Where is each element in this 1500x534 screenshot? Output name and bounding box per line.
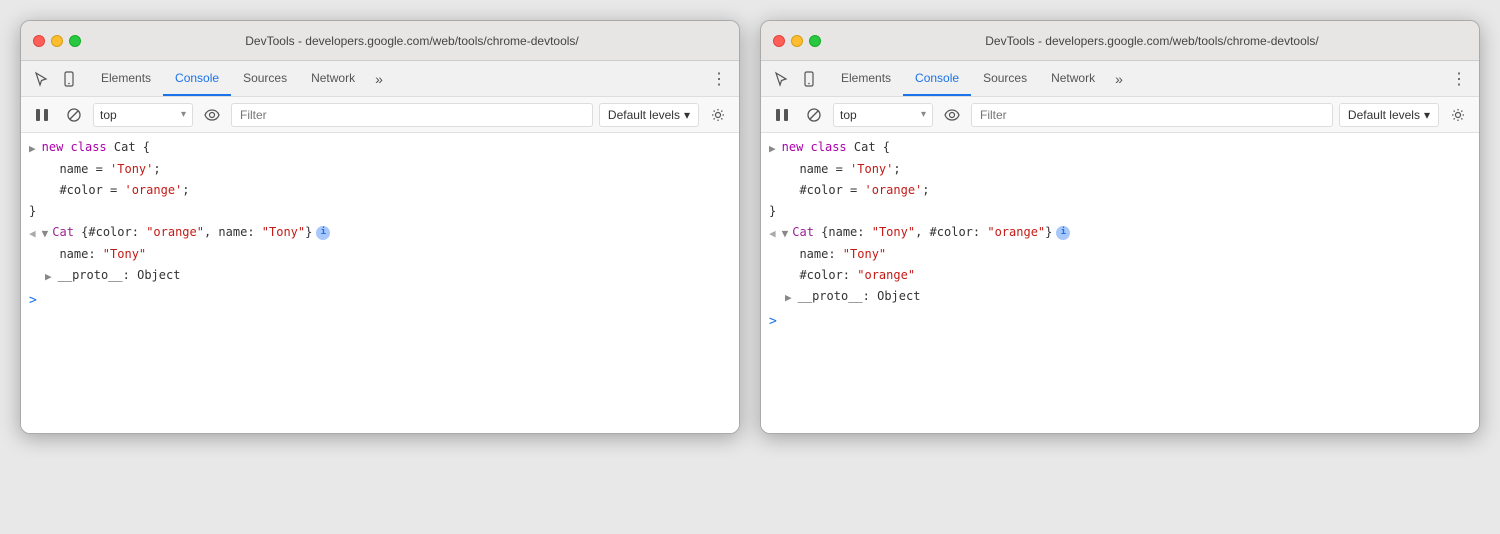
devtools-window-left: DevTools - developers.google.com/web/too… — [20, 20, 740, 434]
gear-button-left[interactable] — [705, 102, 731, 128]
dropdown-arrow-right: ▾ — [921, 109, 926, 120]
r-prompt-line: > — [761, 308, 1479, 337]
ban-button-left[interactable] — [61, 102, 87, 128]
ban-button-right[interactable] — [801, 102, 827, 128]
window-title-right: DevTools - developers.google.com/web/too… — [837, 34, 1467, 48]
r-console-line-5: ◀ ▼ Cat {name: "Tony", #color: "orange"}… — [761, 222, 1479, 244]
tab-network-right[interactable]: Network — [1039, 61, 1107, 96]
r-console-line-1: ▶ new class Cat { — [761, 137, 1479, 159]
tab-bar-left: Elements Console Sources Network » ⋮ — [21, 61, 739, 97]
console-line-7: ▶ __proto__: Object — [21, 265, 739, 287]
eye-button-right[interactable] — [939, 102, 965, 128]
r-expand-cat[interactable]: ▼ — [782, 225, 789, 243]
r-proto-arrow[interactable]: ▶ — [785, 289, 792, 307]
expand-cat-left[interactable]: ▼ — [42, 225, 49, 243]
minimize-button-right[interactable] — [791, 35, 803, 47]
left-arrow-left: ◀ — [29, 225, 36, 243]
tab-sources-left[interactable]: Sources — [231, 61, 299, 96]
context-selector-left[interactable]: top ▾ — [93, 103, 193, 127]
tab-bar-tabs-left: Elements Console Sources Network » — [89, 61, 707, 96]
tab-console-right[interactable]: Console — [903, 61, 971, 96]
proto-arrow-left[interactable]: ▶ — [45, 268, 52, 286]
r-console-line-7: #color: "orange" — [761, 265, 1479, 286]
r-expand-icon-1[interactable]: ▶ — [769, 140, 776, 158]
tab-network-left[interactable]: Network — [299, 61, 367, 96]
r-console-line-6: name: "Tony" — [761, 244, 1479, 265]
play-button-right[interactable] — [769, 102, 795, 128]
info-icon-right: i — [1056, 226, 1070, 240]
tab-more-left[interactable]: » — [367, 61, 391, 96]
mobile-icon[interactable] — [57, 67, 81, 91]
tab-elements-right[interactable]: Elements — [829, 61, 903, 96]
dropdown-arrow-left: ▾ — [181, 109, 186, 120]
default-levels-btn-right[interactable]: Default levels ▾ — [1339, 103, 1439, 127]
tab-bar-icons-left — [29, 67, 81, 91]
filter-input-right[interactable] — [971, 103, 1333, 127]
console-output-right: ▶ new class Cat { name = 'Tony'; #color … — [761, 133, 1479, 433]
tab-elements-left[interactable]: Elements — [89, 61, 163, 96]
window-title-left: DevTools - developers.google.com/web/too… — [97, 34, 727, 48]
maximize-button-left[interactable] — [69, 35, 81, 47]
cursor-icon-right[interactable] — [769, 67, 793, 91]
play-button-left[interactable] — [29, 102, 55, 128]
tab-bar-end-left: ⋮ — [707, 67, 731, 91]
tab-console-left[interactable]: Console — [163, 61, 231, 96]
tab-bar-tabs-right: Elements Console Sources Network » — [829, 61, 1447, 96]
devtools-window-right: DevTools - developers.google.com/web/too… — [760, 20, 1480, 434]
maximize-button-right[interactable] — [809, 35, 821, 47]
gear-button-right[interactable] — [1445, 102, 1471, 128]
eye-button-left[interactable] — [199, 102, 225, 128]
menu-dots-right[interactable]: ⋮ — [1447, 67, 1471, 91]
tab-bar-end-right: ⋮ — [1447, 67, 1471, 91]
r-console-line-2: name = 'Tony'; — [761, 159, 1479, 180]
title-bar-right: DevTools - developers.google.com/web/too… — [761, 21, 1479, 61]
tab-bar-right: Elements Console Sources Network » ⋮ — [761, 61, 1479, 97]
prompt-line-left: > — [21, 287, 739, 316]
console-line-2: name = 'Tony'; — [21, 159, 739, 180]
tab-more-right[interactable]: » — [1107, 61, 1131, 96]
console-line-1: ▶ new class Cat { — [21, 137, 739, 159]
prompt-left[interactable]: > — [29, 291, 37, 312]
default-levels-btn-left[interactable]: Default levels ▾ — [599, 103, 699, 127]
console-line-3: #color = 'orange'; — [21, 180, 739, 201]
traffic-lights-left — [33, 35, 81, 47]
minimize-button-left[interactable] — [51, 35, 63, 47]
r-console-line-3: #color = 'orange'; — [761, 180, 1479, 201]
menu-dots-left[interactable]: ⋮ — [707, 67, 731, 91]
filter-input-left[interactable] — [231, 103, 593, 127]
tab-sources-right[interactable]: Sources — [971, 61, 1039, 96]
prompt-right[interactable]: > — [769, 312, 777, 333]
title-bar-left: DevTools - developers.google.com/web/too… — [21, 21, 739, 61]
r-console-line-8: ▶ __proto__: Object — [761, 286, 1479, 308]
console-toolbar-left: top ▾ Default levels ▾ — [21, 97, 739, 133]
info-icon-left: i — [316, 226, 330, 240]
cursor-icon[interactable] — [29, 67, 53, 91]
traffic-lights-right — [773, 35, 821, 47]
tab-bar-icons-right — [769, 67, 821, 91]
console-line-5: ◀ ▼ Cat {#color: "orange", name: "Tony"}… — [21, 222, 739, 244]
console-line-4: } — [21, 201, 739, 222]
mobile-icon-right[interactable] — [797, 67, 821, 91]
close-button-right[interactable] — [773, 35, 785, 47]
expand-icon-1[interactable]: ▶ — [29, 140, 36, 158]
console-toolbar-right: top ▾ Default levels ▾ — [761, 97, 1479, 133]
console-line-6: name: "Tony" — [21, 244, 739, 265]
close-button-left[interactable] — [33, 35, 45, 47]
console-output-left: ▶ new class Cat { name = 'Tony'; #color … — [21, 133, 739, 433]
context-selector-right[interactable]: top ▾ — [833, 103, 933, 127]
r-left-arrow: ◀ — [769, 225, 776, 243]
r-console-line-4: } — [761, 201, 1479, 222]
